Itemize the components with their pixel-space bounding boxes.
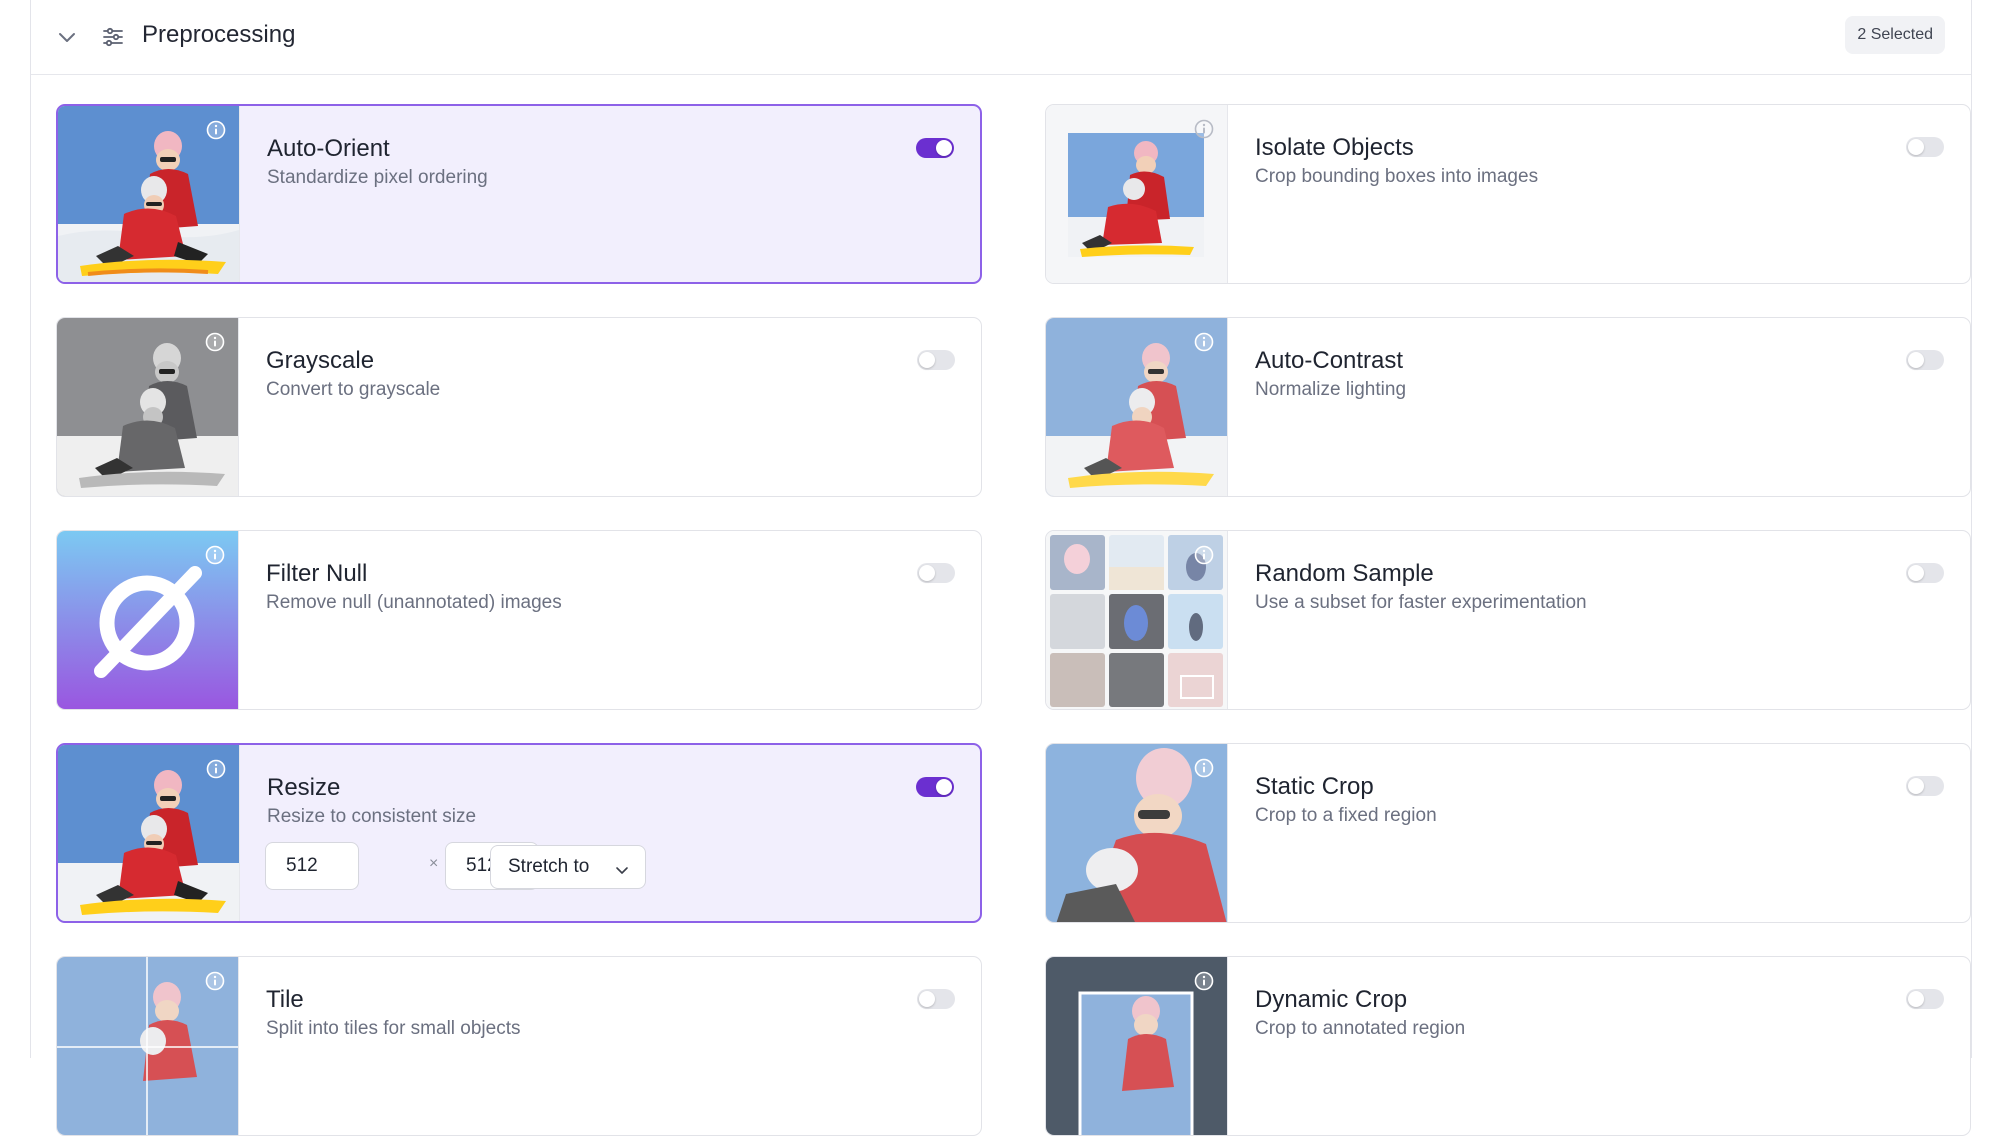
preprocessing-panel: Preprocessing 2 Selected Auto-Orient Sta… <box>30 0 1972 1136</box>
info-icon[interactable] <box>1194 971 1214 991</box>
option-card-auto-orient[interactable]: Auto-Orient Standardize pixel ordering <box>56 104 982 284</box>
option-subtitle: Standardize pixel ordering <box>267 167 488 188</box>
option-title: Grayscale <box>266 347 375 374</box>
option-title: Tile <box>266 986 304 1013</box>
option-title: Auto-Contrast <box>1255 347 1404 374</box>
info-icon[interactable] <box>1194 332 1214 352</box>
static-crop-toggle[interactable] <box>1906 776 1944 796</box>
info-icon[interactable] <box>1194 119 1214 139</box>
selected-count-badge: 2 Selected <box>1845 16 1945 54</box>
toggle-knob <box>919 352 935 368</box>
option-title: Dynamic Crop <box>1255 986 1408 1013</box>
random-sample-toggle[interactable] <box>1906 563 1944 583</box>
toggle-knob <box>1908 565 1924 581</box>
info-icon[interactable] <box>206 120 226 140</box>
option-subtitle: Resize to consistent size <box>267 806 477 827</box>
dynamic-crop-toggle[interactable] <box>1906 989 1944 1009</box>
grayscale-toggle[interactable] <box>917 350 955 370</box>
info-icon[interactable] <box>205 545 225 565</box>
tile-toggle[interactable] <box>917 989 955 1009</box>
option-subtitle: Remove null (unannotated) images <box>266 592 562 613</box>
filter-null-toggle[interactable] <box>917 563 955 583</box>
option-title: Static Crop <box>1255 773 1374 800</box>
option-title: Resize <box>267 774 341 801</box>
auto-orient-toggle[interactable] <box>916 138 954 158</box>
info-icon[interactable] <box>1194 758 1214 778</box>
option-card-isolate-objects[interactable]: Isolate Objects Crop bounding boxes into… <box>1045 104 1971 284</box>
sliders-icon <box>103 27 123 47</box>
toggle-knob <box>1908 778 1924 794</box>
option-card-grayscale[interactable]: Grayscale Convert to grayscale <box>56 317 982 497</box>
option-card-static-crop[interactable]: Static Crop Crop to a fixed region <box>1045 743 1971 923</box>
option-card-dynamic-crop[interactable]: Dynamic Crop Crop to annotated region <box>1045 956 1971 1136</box>
option-card-random-sample[interactable]: Random Sample Use a subset for faster ex… <box>1045 530 1971 710</box>
toggle-knob <box>919 565 935 581</box>
option-title: Filter Null <box>266 560 368 587</box>
option-subtitle: Crop bounding boxes into images <box>1255 166 1539 187</box>
info-icon[interactable] <box>206 759 226 779</box>
option-card-resize[interactable]: Resize Resize to consistent size 512 × 5… <box>56 743 982 923</box>
info-icon[interactable] <box>205 332 225 352</box>
option-card-auto-contrast[interactable]: Auto-Contrast Normalize lighting <box>1045 317 1971 497</box>
toggle-knob <box>1908 991 1924 1007</box>
option-subtitle: Crop to a fixed region <box>1255 805 1437 826</box>
option-subtitle: Convert to grayscale <box>266 379 441 400</box>
toggle-knob <box>1908 139 1924 155</box>
option-card-tile[interactable]: Tile Split into tiles for small objects <box>56 956 982 1136</box>
section-title: Preprocessing <box>142 21 296 48</box>
option-title: Auto-Orient <box>267 135 390 162</box>
chevron-down-icon[interactable] <box>57 27 77 47</box>
option-subtitle: Split into tiles for small objects <box>266 1018 521 1039</box>
option-title: Isolate Objects <box>1255 134 1414 161</box>
resize-mode-select[interactable]: Stretch to <box>490 845 646 889</box>
resize-width-input[interactable]: 512 <box>265 842 359 890</box>
option-card-filter-null[interactable]: Filter Null Remove null (unannotated) im… <box>56 530 982 710</box>
toggle-knob <box>1908 352 1924 368</box>
resize-toggle[interactable] <box>916 777 954 797</box>
option-subtitle: Use a subset for faster experimentation <box>1255 592 1587 613</box>
option-subtitle: Normalize lighting <box>1255 379 1407 400</box>
option-title: Random Sample <box>1255 560 1434 587</box>
isolate-objects-toggle[interactable] <box>1906 137 1944 157</box>
toggle-knob <box>936 140 952 156</box>
resize-mode-value: Stretch to <box>508 856 590 877</box>
option-subtitle: Crop to annotated region <box>1255 1018 1466 1039</box>
toggle-knob <box>919 991 935 1007</box>
section-header[interactable]: Preprocessing 2 Selected <box>31 0 1971 75</box>
auto-contrast-toggle[interactable] <box>1906 350 1944 370</box>
chevron-down-icon <box>616 867 628 874</box>
info-icon[interactable] <box>205 971 225 991</box>
dimension-separator: × <box>429 855 439 872</box>
info-icon[interactable] <box>1194 545 1214 565</box>
toggle-knob <box>936 779 952 795</box>
